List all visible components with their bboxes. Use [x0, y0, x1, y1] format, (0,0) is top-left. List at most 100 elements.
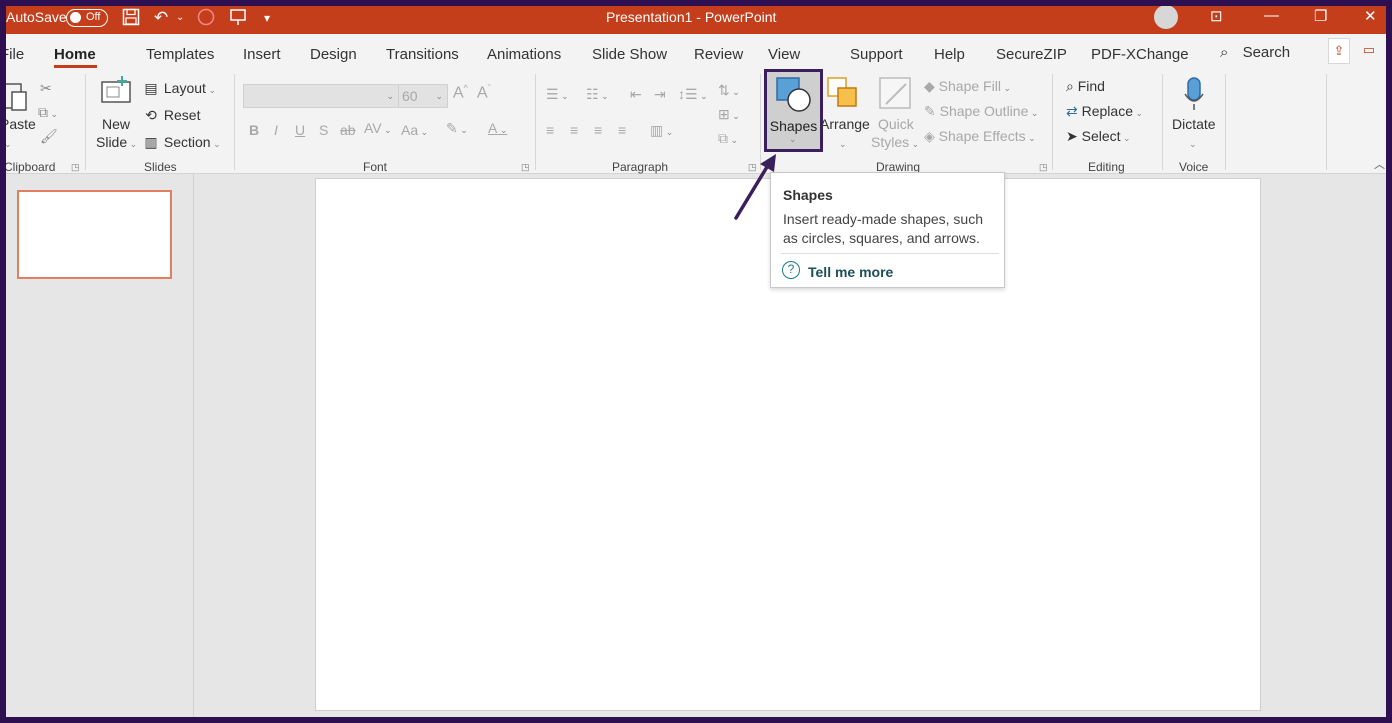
copy-icon[interactable]: ⧉ ⌄ — [38, 104, 58, 121]
customize-toolbar-icon[interactable]: ▾ — [264, 8, 270, 28]
quick-styles-label-line1[interactable]: Quick — [878, 116, 914, 132]
tab-transitions[interactable]: Transitions — [386, 46, 459, 63]
decrease-font-size-icon[interactable]: Aˇ — [477, 83, 491, 102]
bold-icon[interactable]: B — [249, 122, 259, 138]
help-icon[interactable]: ? — [782, 261, 800, 279]
toggle-knob — [70, 12, 81, 23]
tab-animations[interactable]: Animations — [487, 46, 561, 63]
search-icon: ⌕ — [1220, 44, 1229, 61]
save-icon[interactable] — [122, 8, 140, 31]
bullets-icon[interactable]: ☰ ⌄ — [546, 86, 569, 103]
shape-fill-button[interactable]: ◆ Shape Fill ⌄ — [924, 78, 1011, 95]
section-button[interactable]: ▥ Section ⌄ — [142, 134, 220, 151]
align-center-icon[interactable]: ≡ — [570, 122, 578, 138]
smartart-icon[interactable]: ⧉ ⌄ — [718, 130, 738, 147]
drawing-launcher-icon[interactable]: ◳ — [1039, 162, 1048, 173]
layout-button[interactable]: ▤ Layout ⌄ — [142, 80, 216, 97]
restore-icon[interactable]: ❐ — [1314, 7, 1327, 25]
change-case-icon[interactable]: Aa ⌄ — [401, 122, 428, 138]
quick-styles-label-line2[interactable]: Styles ⌄ — [871, 134, 919, 150]
decrease-indent-icon[interactable]: ⇤ — [630, 86, 642, 103]
close-icon[interactable]: ✕ — [1364, 7, 1377, 25]
undo-icon[interactable]: ↶ — [154, 8, 168, 28]
line-spacing-icon[interactable]: ↕☰ ⌄ — [678, 86, 708, 103]
tab-pdf-xchange[interactable]: PDF-XChange — [1091, 46, 1189, 63]
find-icon: ⌕ — [1066, 78, 1074, 94]
increase-indent-icon[interactable]: ⇥ — [654, 86, 666, 103]
ribbon-display-icon[interactable]: ⊡ — [1210, 7, 1223, 25]
arrange-label[interactable]: Arrange — [820, 116, 870, 132]
new-slide-icon[interactable] — [100, 76, 132, 107]
paste-label[interactable]: Paste — [6, 116, 36, 132]
tell-me-more-link[interactable]: Tell me more — [808, 264, 893, 280]
strikethrough-icon[interactable]: ab — [340, 122, 356, 138]
format-painter-icon[interactable]: 🖌 — [40, 128, 58, 145]
minimize-icon[interactable]: — — [1264, 7, 1279, 24]
tab-file[interactable]: File — [6, 46, 24, 63]
replace-button[interactable]: ⇄ Replace ⌄ — [1066, 103, 1143, 120]
paste-icon[interactable] — [6, 80, 28, 115]
shape-effects-button[interactable]: ◈ Shape Effects ⌄ — [924, 128, 1036, 145]
increase-font-size-icon[interactable]: A^ — [453, 83, 468, 102]
justify-icon[interactable]: ≡ — [618, 122, 626, 138]
text-direction-icon[interactable]: ⇅ ⌄ — [718, 82, 740, 99]
new-slide-label-line1[interactable]: New — [102, 116, 130, 132]
clipboard-launcher-icon[interactable]: ◳ — [71, 162, 80, 173]
italic-icon[interactable]: I — [274, 122, 278, 138]
avatar[interactable] — [1154, 6, 1178, 29]
align-right-icon[interactable]: ≡ — [594, 122, 602, 138]
shadow-icon[interactable]: S — [319, 122, 328, 138]
tab-slide-show[interactable]: Slide Show — [592, 46, 667, 63]
collapse-ribbon-icon[interactable]: ︿ — [1374, 156, 1385, 172]
dictate-label[interactable]: Dictate — [1172, 116, 1216, 132]
tab-securezip[interactable]: SecureZIP — [996, 46, 1067, 63]
font-color-icon[interactable]: A ⌄ — [488, 120, 507, 136]
tab-help[interactable]: Help — [934, 46, 965, 63]
section-icon: ▥ — [144, 134, 158, 150]
arrange-dropdown-icon[interactable]: ⌄ — [839, 134, 847, 150]
align-text-icon[interactable]: ⊞ ⌄ — [718, 106, 740, 123]
pen-icon: ✎ — [924, 103, 936, 119]
font-group-label: Font — [363, 160, 388, 174]
numbering-icon[interactable]: ☷ ⌄ — [586, 86, 609, 103]
arrange-icon[interactable] — [826, 76, 860, 115]
redo-icon[interactable] — [197, 8, 215, 31]
slide-thumbnail[interactable] — [17, 190, 172, 279]
shapes-dropdown-icon: ⌄ — [789, 134, 797, 144]
reset-button[interactable]: ⟲ Reset — [142, 107, 200, 124]
tooltip-divider — [781, 253, 999, 254]
share-button[interactable]: ⇪ — [1328, 38, 1350, 64]
tab-support[interactable]: Support — [850, 46, 903, 63]
shape-outline-button[interactable]: ✎ Shape Outline ⌄ — [924, 103, 1038, 120]
shapes-button[interactable]: Shapes ⌄ — [764, 69, 823, 152]
align-left-icon[interactable]: ≡ — [546, 122, 554, 138]
autosave-toggle[interactable]: Off — [66, 9, 108, 27]
font-name-input[interactable]: ⌄ — [243, 84, 399, 108]
cut-icon[interactable]: ✂ — [40, 80, 52, 97]
highlight-color-icon[interactable]: ✎ ⌄ — [446, 120, 468, 137]
tab-home[interactable]: Home — [54, 46, 96, 63]
tab-view[interactable]: View — [768, 46, 800, 63]
reset-icon: ⟲ — [145, 107, 157, 123]
new-slide-label-line2[interactable]: Slide ⌄ — [96, 134, 137, 150]
select-button[interactable]: ➤ Select ⌄ — [1066, 128, 1131, 145]
underline-icon[interactable]: U — [295, 122, 305, 138]
search-tab[interactable]: ⌕ Search — [1220, 44, 1290, 61]
tab-review[interactable]: Review — [694, 46, 743, 63]
tab-templates[interactable]: Templates — [146, 46, 214, 63]
character-spacing-icon[interactable]: AV ⌄ — [364, 120, 392, 136]
columns-icon[interactable]: ▥ ⌄ — [650, 122, 673, 139]
undo-dropdown-icon[interactable]: ⌄ — [176, 8, 184, 28]
tab-insert[interactable]: Insert — [243, 46, 281, 63]
tab-design[interactable]: Design — [310, 46, 357, 63]
font-launcher-icon[interactable]: ◳ — [521, 162, 530, 173]
autosave-label: AutoSave — [6, 9, 67, 25]
present-icon[interactable] — [229, 8, 247, 31]
quick-styles-icon[interactable] — [878, 76, 912, 115]
comments-button[interactable]: ▭ — [1358, 38, 1380, 64]
dictate-dropdown-icon[interactable]: ⌄ — [1189, 134, 1197, 150]
find-button[interactable]: ⌕ Find — [1066, 78, 1105, 95]
paste-dropdown-icon[interactable]: ⌄ — [6, 134, 12, 150]
microphone-icon[interactable] — [1182, 76, 1206, 115]
font-size-input[interactable]: 60 ⌄ — [398, 84, 448, 108]
